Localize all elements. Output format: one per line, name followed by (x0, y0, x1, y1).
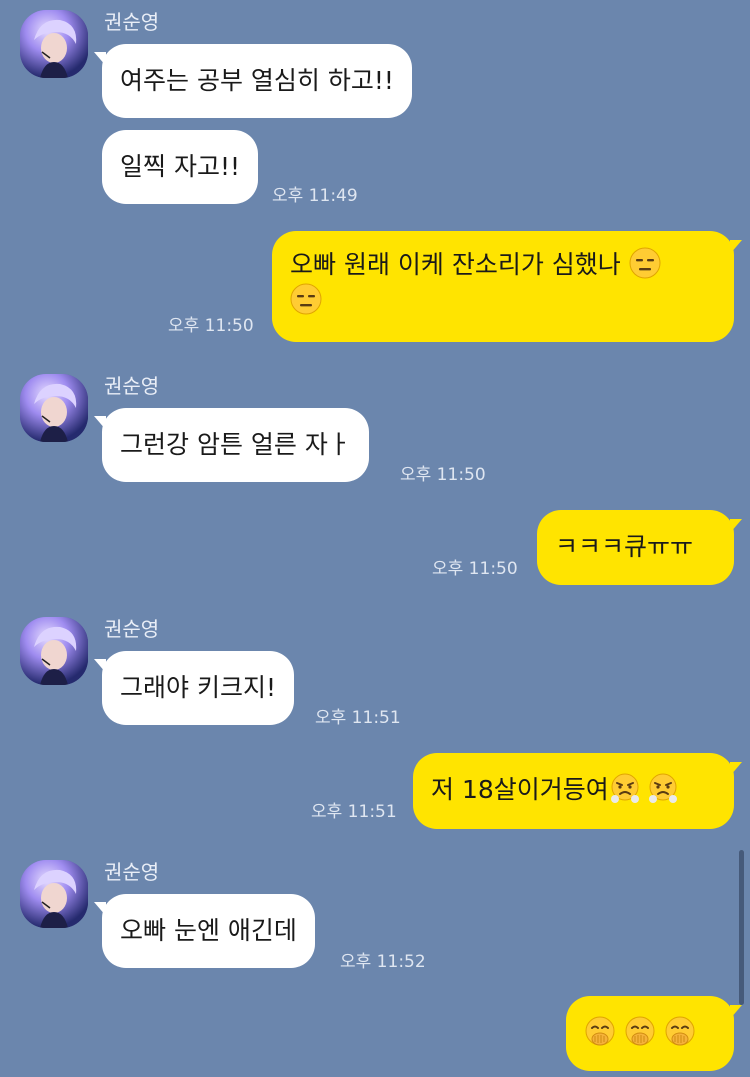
message-bubble-incoming[interactable]: 일찍 자고!! (102, 130, 258, 204)
scrollbar[interactable] (739, 850, 744, 1005)
expressionless-face-icon (290, 283, 322, 315)
message-bubble-incoming[interactable]: 그래야 키크지! (102, 651, 294, 725)
message-text: 오빠 눈엔 애긴데 (120, 916, 297, 945)
face-with-steam-icon (609, 772, 641, 804)
face-with-steam-icon (647, 772, 679, 804)
contact-avatar[interactable] (20, 860, 88, 928)
avatar-portrait-icon (20, 617, 88, 685)
message-timestamp: 오후 11:51 (315, 708, 401, 728)
sender-name: 권순영 (104, 860, 160, 884)
message-timestamp: 오후 11:50 (168, 316, 254, 336)
message-timestamp: 오후 11:49 (272, 186, 358, 206)
sender-name: 권순영 (104, 374, 160, 398)
message-timestamp: 오후 11:50 (432, 559, 518, 579)
face-with-hand-over-mouth-icon (624, 1016, 656, 1048)
message-bubble-incoming[interactable]: 여주는 공부 열심히 하고!! (102, 44, 412, 118)
sender-name: 권순영 (104, 10, 160, 34)
contact-avatar[interactable] (20, 10, 88, 78)
face-with-hand-over-mouth-icon (664, 1016, 696, 1048)
message-bubble-outgoing[interactable]: ㅋㅋㅋ큐ㅠㅠ (537, 510, 734, 585)
expressionless-face-icon (629, 247, 661, 279)
message-bubble-incoming[interactable]: 오빠 눈엔 애긴데 (102, 894, 315, 968)
message-timestamp: 오후 11:50 (400, 465, 486, 485)
message-timestamp: 오후 11:52 (340, 952, 426, 972)
message-bubble-outgoing[interactable]: 저 18살이거등여 (413, 753, 734, 829)
avatar-portrait-icon (20, 10, 88, 78)
message-bubble-incoming[interactable]: 그런강 암튼 얼른 자ㅏ (102, 408, 369, 482)
avatar-portrait-icon (20, 374, 88, 442)
message-text: 오빠 원래 이케 잔소리가 심했나 (290, 250, 621, 279)
contact-avatar[interactable] (20, 617, 88, 685)
bubble-tail (730, 1005, 742, 1019)
message-text: 저 18살이거등여 (431, 775, 609, 804)
message-text: ㅋㅋㅋ큐ㅠㅠ (555, 532, 694, 561)
face-with-hand-over-mouth-icon (584, 1016, 616, 1048)
message-timestamp: 오후 11:51 (311, 802, 397, 822)
contact-avatar[interactable] (20, 374, 88, 442)
sender-name: 권순영 (104, 617, 160, 641)
message-text: 그런강 암튼 얼른 자ㅏ (120, 430, 351, 459)
message-text: 일찍 자고!! (120, 152, 240, 181)
bubble-tail (730, 519, 742, 533)
message-bubble-outgoing[interactable]: 오빠 원래 이케 잔소리가 심했나 (272, 231, 734, 342)
bubble-tail (730, 762, 742, 776)
message-text: 그래야 키크지! (120, 673, 276, 702)
message-bubble-outgoing[interactable] (566, 996, 734, 1071)
avatar-portrait-icon (20, 860, 88, 928)
bubble-tail (730, 240, 742, 254)
message-text: 여주는 공부 열심히 하고!! (120, 66, 394, 95)
